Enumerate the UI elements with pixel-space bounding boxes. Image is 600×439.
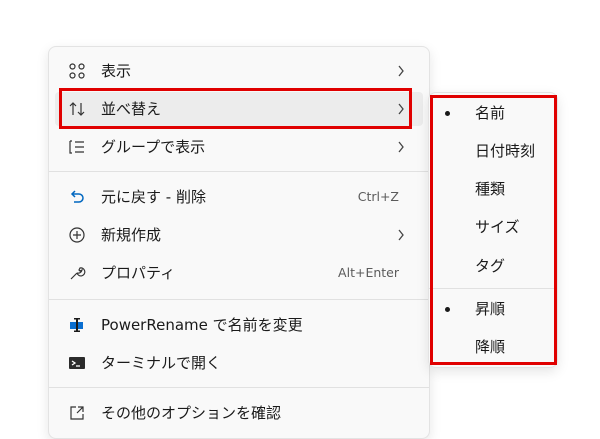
chevron-right-icon xyxy=(398,103,404,115)
menu-item-properties[interactable]: プロパティ Alt+Enter xyxy=(55,256,423,290)
sort-option-descending[interactable]: 降順 xyxy=(429,329,557,365)
separator xyxy=(49,387,429,388)
sort-option-label: タグ xyxy=(475,257,506,275)
menu-item-view[interactable]: 表示 xyxy=(55,54,423,88)
menu-item-label: PowerRename で名前を変更 xyxy=(101,316,303,334)
menu-item-label: その他のオプションを確認 xyxy=(101,404,282,422)
menu-item-powerrename[interactable]: PowerRename で名前を変更 xyxy=(55,308,423,342)
menu-item-label: グループで表示 xyxy=(101,138,206,156)
sort-option-label: 名前 xyxy=(475,104,506,122)
sort-option-date[interactable]: 日付時刻 xyxy=(429,133,557,169)
separator xyxy=(49,171,429,172)
group-by-icon xyxy=(67,137,87,157)
sort-option-size[interactable]: サイズ xyxy=(429,209,557,245)
sort-option-label: 降順 xyxy=(475,338,506,356)
sort-option-label: サイズ xyxy=(475,218,520,236)
menu-item-sort[interactable]: 並べ替え xyxy=(55,92,423,126)
selected-bullet-icon xyxy=(445,111,450,116)
menu-item-label: 元に戻す - 削除 xyxy=(101,188,206,206)
separator xyxy=(429,288,557,289)
menu-item-open-terminal[interactable]: ターミナルで開く xyxy=(55,346,423,380)
wrench-icon xyxy=(67,263,87,283)
menu-item-label: 新規作成 xyxy=(101,226,162,244)
new-icon xyxy=(67,225,87,245)
menu-item-label: 表示 xyxy=(101,62,132,80)
sort-option-type[interactable]: 種類 xyxy=(429,171,557,207)
shortcut-text: Ctrl+Z xyxy=(357,189,399,204)
sort-submenu: 名前 日付時刻 種類 サイズ タグ 昇順 降順 xyxy=(428,92,558,368)
more-options-icon xyxy=(67,403,87,423)
sort-option-label: 日付時刻 xyxy=(475,142,536,160)
menu-item-more-options[interactable]: その他のオプションを確認 xyxy=(55,396,423,430)
sort-option-ascending[interactable]: 昇順 xyxy=(429,291,557,327)
context-menu: 表示 並べ替え グループで表示 元に戻す - 削除 Ctrl+Z 新規作成 プロ… xyxy=(48,46,430,439)
sort-option-name[interactable]: 名前 xyxy=(429,95,557,131)
menu-item-new[interactable]: 新規作成 xyxy=(55,218,423,252)
chevron-right-icon xyxy=(398,65,404,77)
sort-option-label: 昇順 xyxy=(475,300,506,318)
sort-icon xyxy=(67,99,87,119)
terminal-icon xyxy=(67,353,87,373)
chevron-right-icon xyxy=(398,229,404,241)
menu-item-group-by[interactable]: グループで表示 xyxy=(55,130,423,164)
shortcut-text: Alt+Enter xyxy=(338,265,399,280)
undo-icon xyxy=(67,187,87,207)
sort-option-label: 種類 xyxy=(475,180,506,198)
separator xyxy=(49,299,429,300)
menu-item-label: 並べ替え xyxy=(101,100,162,118)
view-grid-icon xyxy=(67,61,87,81)
menu-item-undo-delete[interactable]: 元に戻す - 削除 Ctrl+Z xyxy=(55,180,423,214)
powerrename-icon xyxy=(67,315,87,335)
menu-item-label: ターミナルで開く xyxy=(101,354,222,372)
selected-bullet-icon xyxy=(445,307,450,312)
chevron-right-icon xyxy=(398,141,404,153)
menu-item-label: プロパティ xyxy=(101,264,176,282)
sort-option-tags[interactable]: タグ xyxy=(429,248,557,284)
